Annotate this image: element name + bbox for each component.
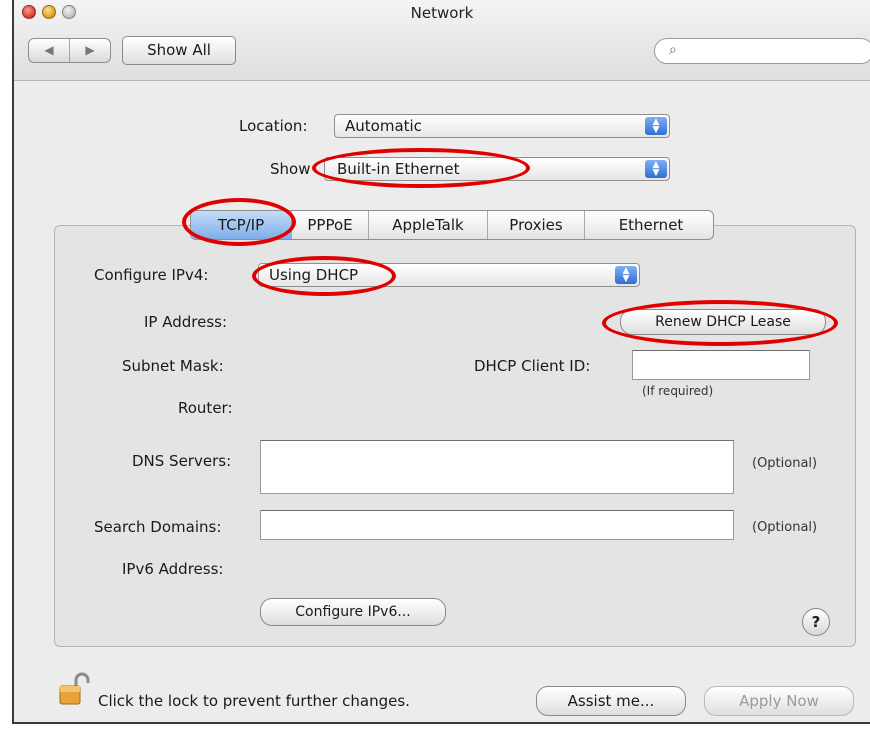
tab-pppoe[interactable]: PPPoE xyxy=(292,211,369,239)
tab-bar: TCP/IP PPPoE AppleTalk Proxies Ethernet xyxy=(190,210,714,240)
assist-me-button[interactable]: Assist me... xyxy=(536,686,686,716)
dns-servers-label: DNS Servers: xyxy=(132,452,232,470)
popup-arrows-icon: ▲ ▼ xyxy=(615,266,637,284)
forward-arrow-icon[interactable]: ▶ xyxy=(70,39,110,62)
configure-ipv6-button[interactable]: Configure IPv6... xyxy=(260,598,446,626)
dns-servers-field[interactable] xyxy=(260,440,734,494)
show-label: Show xyxy=(270,160,311,178)
back-forward-control: ◀ ▶ xyxy=(28,38,111,63)
popup-arrows-icon: ▲ ▼ xyxy=(645,117,667,135)
ip-address-label: IP Address: xyxy=(144,313,228,331)
search-domains-optional-hint: (Optional) xyxy=(752,520,818,535)
apply-now-button[interactable]: Apply Now xyxy=(704,686,854,716)
configure-ipv4-value: Using DHCP xyxy=(269,266,359,284)
tab-ethernet[interactable]: Ethernet xyxy=(585,211,713,239)
popup-arrows-icon: ▲ ▼ xyxy=(645,160,667,178)
toolbar: Network ◀ ▶ Show All ⌕ xyxy=(14,0,870,81)
magnifier-icon: ⌕ xyxy=(669,42,677,58)
renew-dhcp-lease-button[interactable]: Renew DHCP Lease xyxy=(620,309,826,335)
window-title: Network xyxy=(410,4,474,22)
dns-optional-hint: (Optional) xyxy=(752,456,818,471)
page-margin xyxy=(0,0,12,738)
show-all-button[interactable]: Show All xyxy=(122,36,236,65)
search-field[interactable]: ⌕ xyxy=(654,38,870,64)
lock-icon[interactable] xyxy=(56,672,90,708)
ipv6-address-label: IPv6 Address: xyxy=(122,560,224,578)
configure-ipv4-popup[interactable]: Using DHCP ▲ ▼ xyxy=(258,263,640,287)
help-button[interactable]: ? xyxy=(802,608,830,636)
dhcp-client-id-label: DHCP Client ID: xyxy=(474,357,591,375)
tab-tcpip[interactable]: TCP/IP xyxy=(191,211,292,239)
configure-ipv4-label: Configure IPv4: xyxy=(94,266,209,284)
show-popup[interactable]: Built-in Ethernet ▲ ▼ xyxy=(324,157,670,181)
dhcp-client-id-hint: (If required) xyxy=(642,384,714,398)
search-domains-field[interactable] xyxy=(260,510,734,540)
back-arrow-icon[interactable]: ◀ xyxy=(29,39,70,62)
tab-appletalk[interactable]: AppleTalk xyxy=(369,211,488,239)
lock-message: Click the lock to prevent further change… xyxy=(98,692,410,710)
tcpip-panel xyxy=(54,225,856,647)
search-domains-label: Search Domains: xyxy=(94,518,222,536)
location-popup[interactable]: Automatic ▲ ▼ xyxy=(334,114,670,138)
router-label: Router: xyxy=(178,399,233,417)
tab-proxies[interactable]: Proxies xyxy=(488,211,585,239)
subnet-mask-label: Subnet Mask: xyxy=(122,357,224,375)
network-preferences-window: Network ◀ ▶ Show All ⌕ Location: Automat… xyxy=(12,0,870,724)
show-value: Built-in Ethernet xyxy=(337,160,460,178)
location-value: Automatic xyxy=(345,117,422,135)
dhcp-client-id-field[interactable] xyxy=(632,350,810,380)
location-label: Location: xyxy=(239,117,308,135)
